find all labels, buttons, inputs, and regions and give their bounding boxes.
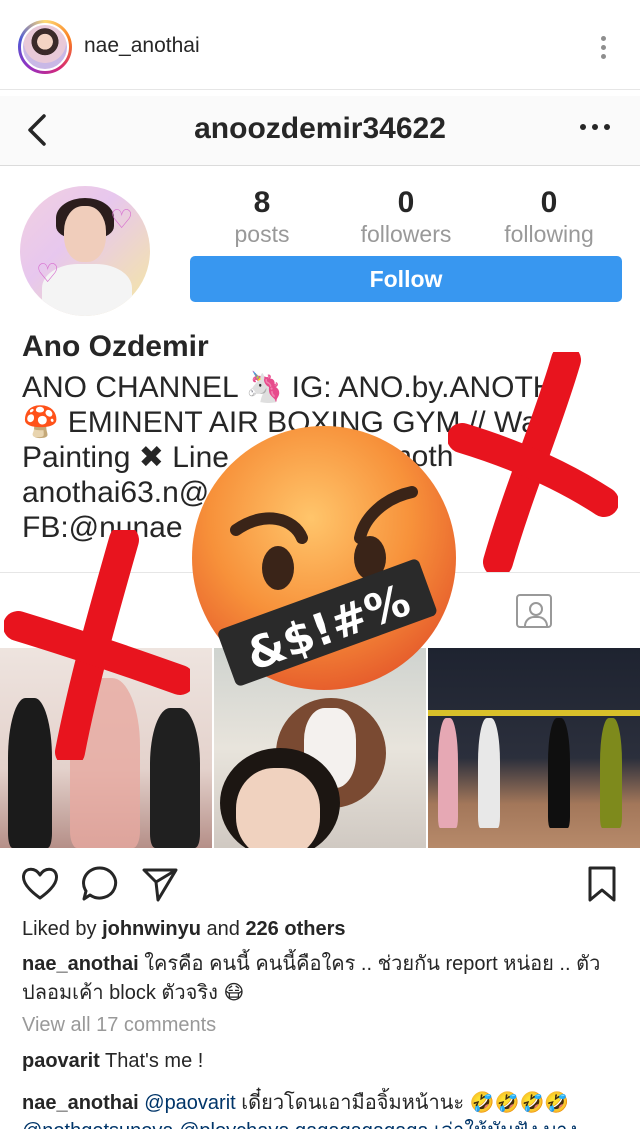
grid-photo[interactable] bbox=[214, 648, 426, 848]
stat-posts-count: 8 bbox=[253, 186, 271, 219]
profile-picture[interactable]: ♡ ♡ bbox=[20, 186, 150, 316]
tagged-photos-icon[interactable] bbox=[516, 594, 552, 628]
profile-top-bar: anoozdemir34622 bbox=[0, 96, 640, 166]
heart-like-icon[interactable] bbox=[20, 864, 60, 904]
view-all-comments-link[interactable]: View all 17 comments bbox=[22, 1014, 216, 1037]
comment-mention[interactable]: @paovarit bbox=[139, 1092, 235, 1114]
heart-decoration-icon: ♡ bbox=[36, 258, 60, 288]
comment-text[interactable]: @nothgetsunova @ploychaya gagagagagaga เ… bbox=[22, 1120, 577, 1129]
likes-count[interactable]: 226 others bbox=[245, 918, 345, 940]
comment-username[interactable]: nae_anothai bbox=[22, 1092, 139, 1114]
bio-line: 🍄 EMINENT AIR BOXING GYM // Wa bbox=[22, 406, 538, 439]
bio-line: Painting ✖ Line bbox=[22, 441, 229, 474]
likes-middle: and bbox=[200, 918, 246, 940]
heart-decoration-icon: ♡ bbox=[110, 204, 134, 234]
more-options-icon[interactable] bbox=[596, 36, 610, 62]
bio-line-fragment: noth bbox=[395, 440, 454, 473]
bio-line[interactable]: FB:@nunae bbox=[22, 511, 183, 545]
grid-photo[interactable] bbox=[428, 648, 640, 848]
grid-divider bbox=[0, 572, 640, 573]
avatar[interactable] bbox=[18, 20, 72, 74]
grid-photo[interactable] bbox=[0, 648, 212, 848]
follow-button[interactable]: Follow bbox=[190, 256, 622, 302]
comment-row: @nothgetsunova @ploychaya gagagagagaga เ… bbox=[22, 1114, 577, 1129]
comment-icon[interactable] bbox=[80, 864, 120, 904]
more-horizontal-icon[interactable] bbox=[580, 124, 610, 134]
comment-username[interactable]: paovarit bbox=[22, 1050, 100, 1072]
bio-line[interactable]: anothai63.n@ bbox=[22, 476, 209, 510]
stat-following[interactable]: 0 following bbox=[484, 186, 614, 248]
caption-username[interactable]: nae_anothai bbox=[22, 953, 139, 975]
comment-text: เดี๋ยวโดนเอามือจิ้มหน้านะ 🤣🤣🤣🤣 bbox=[235, 1092, 570, 1114]
stat-following-label: following bbox=[504, 221, 594, 247]
profile-username-title: anoozdemir34622 bbox=[194, 112, 446, 145]
likes-prefix: Liked by bbox=[22, 918, 103, 940]
avatar-image bbox=[21, 23, 69, 71]
bio-line: ANO CHANNEL 🦄 IG: ANO.by.ANOTH bbox=[22, 371, 555, 404]
stat-followers-label: followers bbox=[360, 221, 452, 247]
post-username[interactable]: nae_anothai bbox=[84, 34, 200, 58]
stat-followers[interactable]: 0 followers bbox=[341, 186, 471, 248]
stat-posts[interactable]: 8 posts bbox=[197, 186, 327, 248]
profile-full-name: Ano Ozdemir bbox=[22, 330, 209, 363]
stat-following-count: 0 bbox=[540, 186, 558, 219]
bookmark-icon[interactable] bbox=[582, 864, 622, 904]
likes-summary[interactable]: Liked by johnwinyu and 226 others bbox=[22, 918, 346, 941]
comment-text: That's me ! bbox=[99, 1050, 204, 1072]
share-send-icon[interactable] bbox=[140, 864, 180, 904]
post-header: nae_anothai bbox=[0, 0, 640, 90]
comment-row: paovarit That's me ! bbox=[22, 1050, 203, 1073]
post-caption: nae_anothai ใครคือ คนนี้ คนนี้คือใคร .. … bbox=[22, 950, 622, 1008]
likes-user[interactable]: johnwinyu bbox=[102, 918, 201, 940]
stat-followers-count: 0 bbox=[397, 186, 415, 219]
stat-posts-label: posts bbox=[234, 221, 290, 247]
